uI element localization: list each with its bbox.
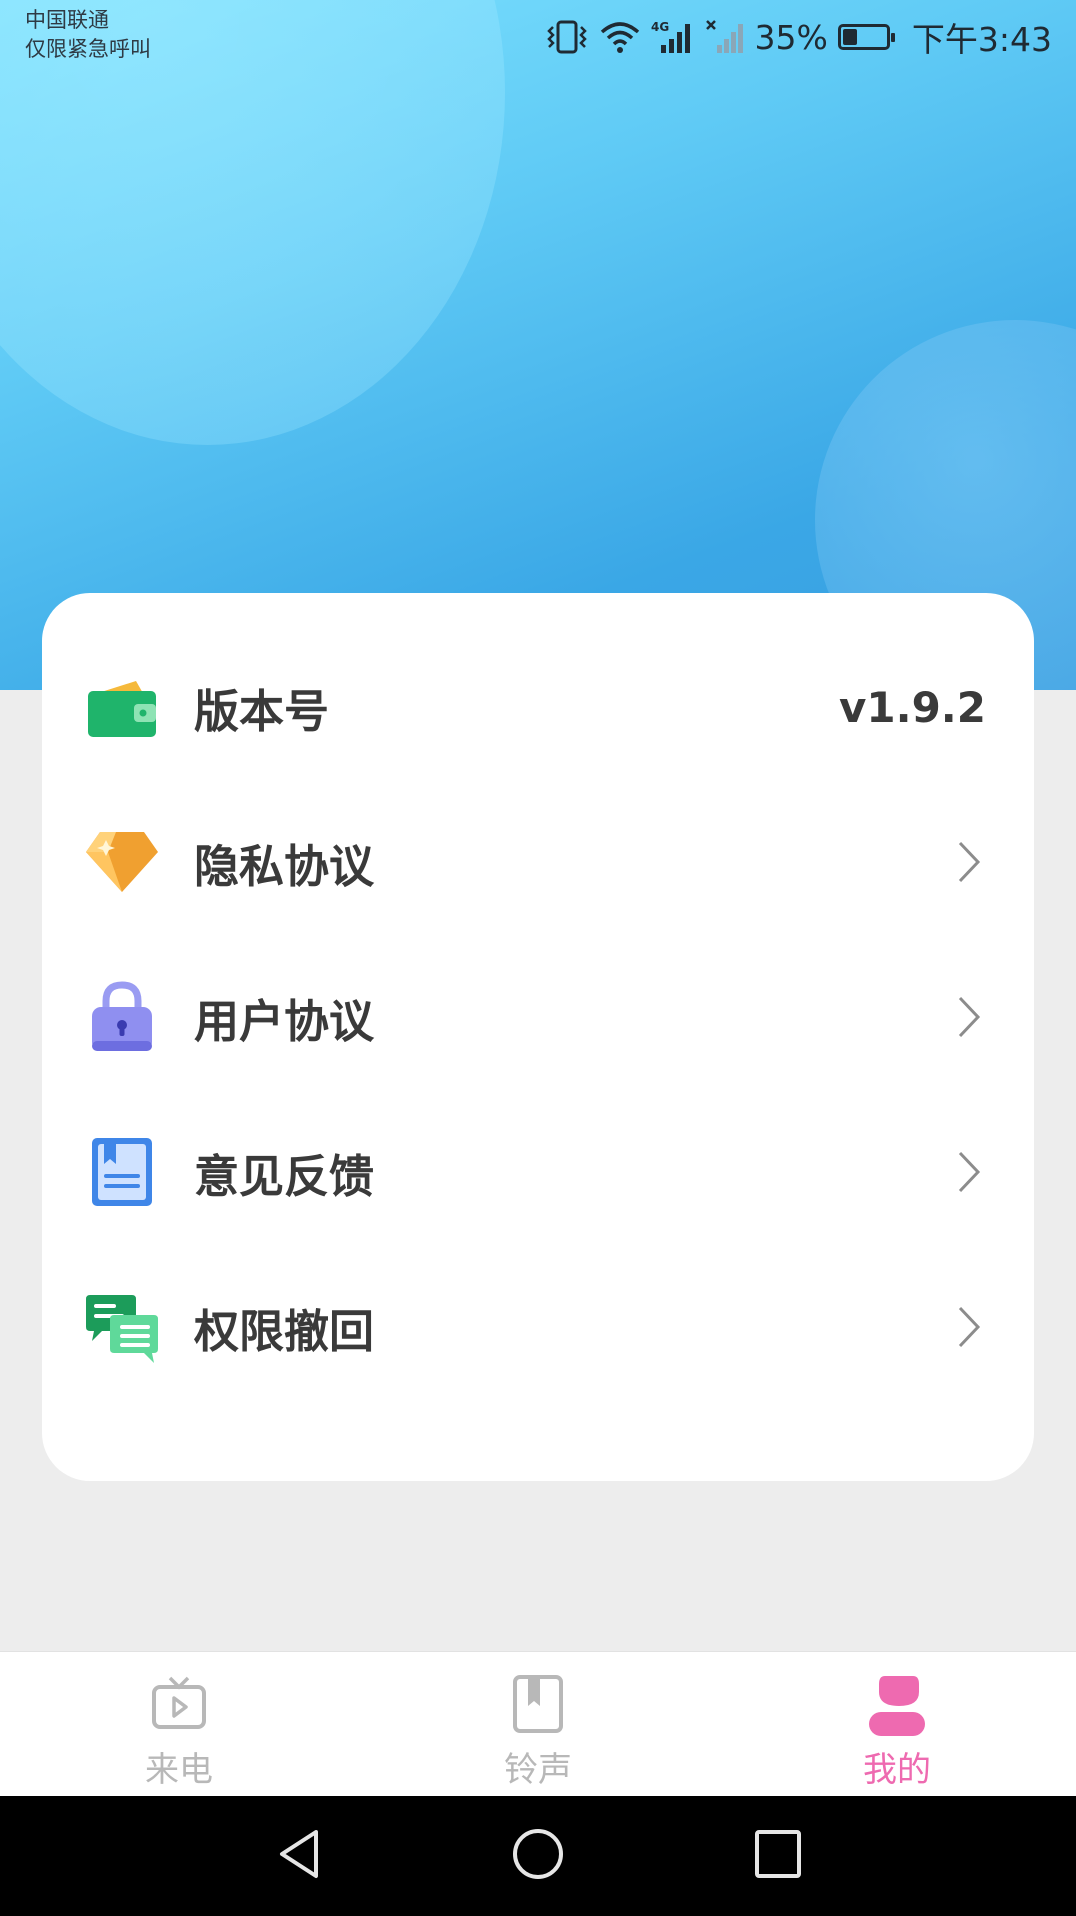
tab-label: 来电: [145, 1750, 213, 1790]
settings-item-version: 版本号 v1.9.2: [42, 652, 1034, 762]
settings-item-label: 权限撤回: [194, 1304, 375, 1358]
settings-item-user-agreement[interactable]: 用户协议: [42, 962, 1034, 1072]
carrier-info: 中国联通 仅限紧急呼叫: [25, 6, 151, 64]
battery-level: [842, 29, 857, 45]
bookmark-book-icon: [513, 1675, 563, 1733]
battery-percent: 35%: [754, 17, 828, 57]
tab-label: 铃声: [504, 1750, 572, 1790]
wallet-icon: [88, 681, 156, 737]
version-value: v1.9.2: [839, 682, 986, 732]
tab-mine[interactable]: 我的: [797, 1652, 997, 1797]
tab-ringtone[interactable]: 铃声: [438, 1652, 638, 1797]
wifi-icon: [600, 22, 639, 53]
tv-play-icon: [152, 1676, 206, 1729]
vibrate-icon: [546, 20, 587, 54]
diamond-icon: [86, 832, 158, 892]
svg-text:4G: 4G: [651, 20, 669, 34]
settings-item-label: 隐私协议: [194, 839, 375, 893]
tab-label: 我的: [863, 1750, 931, 1790]
4g-signal-icon: 4G: [651, 20, 690, 53]
back-icon[interactable]: [274, 1826, 324, 1882]
battery-icon: [837, 24, 895, 50]
notebook-icon: [92, 1138, 152, 1206]
chevron-right-icon: [958, 841, 981, 883]
user-icon: [869, 1676, 925, 1736]
settings-item-label: 意见反馈: [194, 1149, 375, 1203]
system-nav-bar: [0, 1796, 1076, 1916]
header-background: [0, 0, 1076, 690]
home-icon[interactable]: [511, 1826, 565, 1882]
chevron-right-icon: [958, 996, 981, 1038]
settings-item-privacy[interactable]: 隐私协议: [42, 807, 1034, 917]
status-bar: 中国联通 仅限紧急呼叫 4G 35% 下午3:43: [0, 0, 1076, 70]
settings-item-label: 版本号: [194, 684, 330, 738]
settings-card: 版本号 v1.9.2 隐私协议 用户协议 意见反馈 权限撤回: [42, 593, 1034, 1481]
carrier-name: 中国联通: [25, 8, 109, 32]
settings-item-permission-revoke[interactable]: 权限撤回: [42, 1272, 1034, 1382]
chevron-right-icon: [958, 1151, 981, 1193]
no-signal-icon: [705, 20, 743, 53]
tab-incoming-call[interactable]: 来电: [79, 1652, 279, 1797]
emergency-only-text: 仅限紧急呼叫: [25, 37, 151, 61]
chat-icon: [86, 1295, 158, 1363]
clock: 下午3:43: [911, 20, 1052, 59]
bottom-nav: 来电 铃声 我的: [0, 1651, 1076, 1797]
recents-icon[interactable]: [754, 1826, 802, 1882]
settings-item-feedback[interactable]: 意见反馈: [42, 1117, 1034, 1227]
lock-icon: [92, 981, 152, 1051]
status-icons: 4G 35% 下午3:43: [545, 14, 1052, 60]
chevron-right-icon: [958, 1306, 981, 1348]
settings-item-label: 用户协议: [194, 994, 375, 1048]
